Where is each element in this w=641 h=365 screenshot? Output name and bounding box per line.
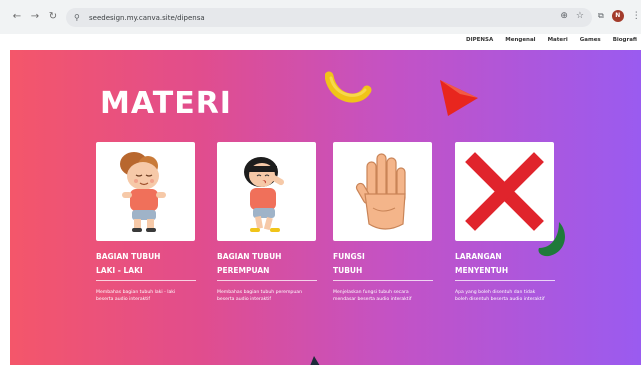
girl-illustration [244,157,285,232]
card-title-girl[interactable]: BAGIAN TUBUH PEREMPUAN [217,250,281,278]
materi-section: MATERI BAGIAN TUBUH LAKI - LAKI Membahas… [10,50,641,365]
card-title-boy-line2: LAKI - LAKI [96,266,143,275]
card-title-hand[interactable]: FUNGSI TUBUH [333,250,365,278]
card-title-x-line2: MENYENTUH [455,266,509,275]
card-divider [455,280,555,281]
address-bar[interactable]: ⚲ seedesign.my.canva.site/dipensa ⊕ ☆ [66,8,592,27]
card-divider [217,280,317,281]
squiggle-decoration [325,71,372,103]
x-mark-icon [465,152,544,231]
dark-shape-decoration [310,356,320,365]
more-menu-icon[interactable]: ⋮ [632,11,641,21]
card-title-hand-line1: FUNGSI [333,252,365,261]
card-desc-girl: Membahas bagian tubuh perempuan beserta … [217,290,302,302]
nav-item-games[interactable]: Games [580,37,601,43]
site-nav: DIPENSA Mengenal Materi Games Biografi [0,34,641,50]
nav-item-mengenal[interactable]: Mengenal [505,37,535,43]
card-image-x[interactable] [455,142,554,241]
page-title: MATERI [100,86,232,121]
browser-toolbar: ← → ↻ ⚲ seedesign.my.canva.site/dipensa … [0,0,641,34]
card-desc-boy: Membahas bagian tubuh laki - laki besert… [96,290,176,302]
bookmark-star-icon[interactable]: ☆ [576,11,584,21]
card-desc-x: Apa yang boleh disentuh dan tidak boleh … [455,290,545,302]
extensions-icon[interactable]: ⧉ [598,11,604,21]
triangle-decoration [440,80,478,116]
site-info-icon[interactable]: ⚲ [74,13,84,23]
nav-item-materi[interactable]: Materi [548,37,568,43]
nav-item-dipensa[interactable]: DIPENSA [466,37,493,43]
nav-item-biografi[interactable]: Biografi [613,37,637,43]
reload-icon[interactable]: ↻ [46,10,60,24]
card-title-boy-line1: BAGIAN TUBUH [96,252,161,261]
card-title-hand-line2: TUBUH [333,266,363,275]
card-image-boy[interactable] [96,142,195,241]
card-title-girl-line2: PEREMPUAN [217,266,270,275]
profile-avatar[interactable]: N [611,10,624,22]
card-divider [96,280,196,281]
forward-icon[interactable]: → [28,10,42,24]
card-title-boy[interactable]: BAGIAN TUBUH LAKI - LAKI [96,250,160,278]
card-divider [333,280,433,281]
card-desc-hand: Menjelaskan fungsi tubuh secara mendasar… [333,290,412,302]
hand-illustration [355,153,406,230]
boy-illustration [120,152,166,232]
zoom-icon[interactable]: ⊕ [560,11,568,21]
back-icon[interactable]: ← [10,10,24,24]
card-title-x-line1: LARANGAN [455,252,502,261]
card-title-x[interactable]: LARANGAN MENYENTUH [455,250,508,278]
card-image-hand[interactable] [333,142,432,241]
card-title-girl-line1: BAGIAN TUBUH [217,252,282,261]
card-image-girl[interactable] [217,142,316,241]
url-text[interactable]: seedesign.my.canva.site/dipensa [89,14,205,22]
